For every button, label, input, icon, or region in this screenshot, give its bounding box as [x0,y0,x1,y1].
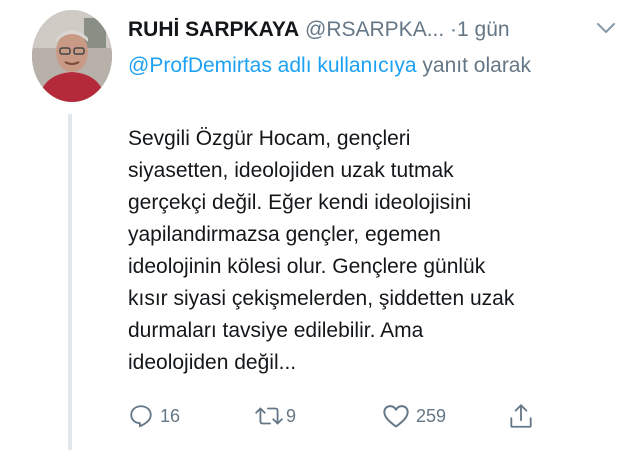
like-button[interactable]: 259 [382,400,446,432]
tweet-header: RUHİ SARPKAYA @RSARPKA... ·1 gün [128,12,624,48]
tweet-actions: 16 9 259 [128,396,548,436]
author-handle[interactable]: @RSARPKA... [305,18,444,41]
chevron-down-icon[interactable] [594,16,618,40]
reply-suffix: yanıt olarak [416,54,531,77]
tweet-text: Sevgili Özgür Hocam, gençleri siyasetten… [128,127,515,374]
author-name[interactable]: RUHİ SARPKAYA [128,18,299,41]
reply-count: 16 [160,405,181,426]
retweet-icon [255,407,283,425]
avatar-photo [32,10,112,102]
share-icon [510,404,532,428]
like-count: 259 [416,405,447,426]
heart-icon [383,405,409,428]
reply-icon [130,405,152,428]
reply-mention-link[interactable]: @ProfDemirtas adlı kullanıcıya [128,54,417,77]
retweet-button[interactable]: 9 [254,400,296,432]
retweet-count: 9 [286,405,297,426]
share-button[interactable] [508,400,534,432]
thread-line [68,114,72,450]
tweet-time[interactable]: 1 gün [457,18,510,41]
reply-context: @ProfDemirtas adlı kullanıcıya yanıt ola… [128,48,568,84]
time-separator: · [450,18,458,41]
reply-button[interactable]: 16 [128,400,180,432]
avatar[interactable] [32,10,112,102]
